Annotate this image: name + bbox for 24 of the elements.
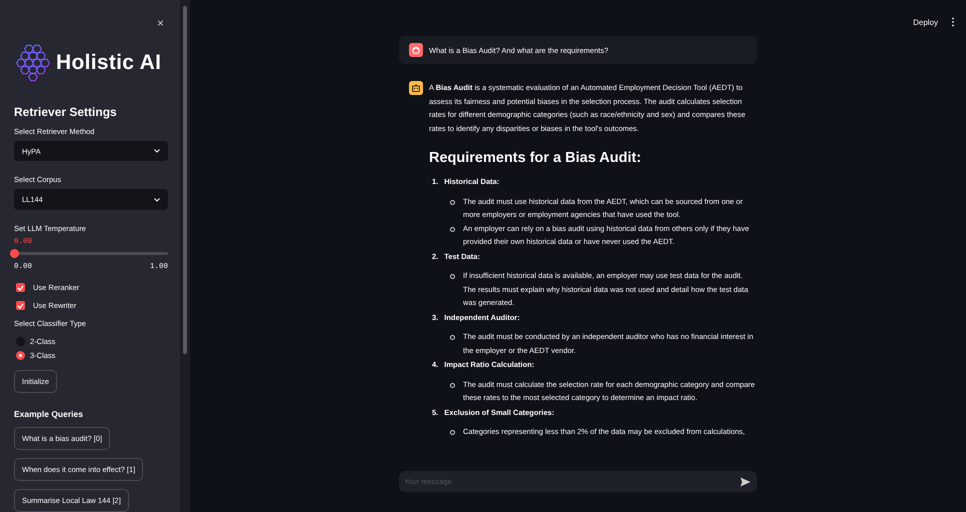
checkbox[interactable] [16,301,25,310]
chevron-down-icon [154,198,160,202]
close-button[interactable]: × [156,16,164,30]
bullet-icon [450,274,455,279]
section-title: Retriever Settings [14,104,118,119]
slider-handle[interactable] [10,249,19,258]
bullet-icon [450,430,455,435]
send-icon[interactable] [740,476,751,486]
bullet-icon [450,200,455,204]
scrollbar[interactable] [183,6,187,354]
robot-avatar-icon [409,81,423,95]
deploy-button[interactable]: Deploy [913,18,938,26]
chevron-down-icon [154,149,160,154]
radio-button[interactable] [16,351,25,360]
menu-button[interactable]: ⋮ [948,16,958,28]
checkbox[interactable] [16,283,25,292]
user-avatar-icon [409,43,423,57]
hexagon-logo-icon [16,43,50,84]
brand-name: Holistic AI [56,51,162,76]
section-title: Example Queries [14,409,84,419]
bullet-icon [450,335,455,340]
bullet-icon [450,382,455,388]
answer-heading: Requirements for a Bias Audit: [429,149,642,167]
bullet-icon [450,226,455,232]
